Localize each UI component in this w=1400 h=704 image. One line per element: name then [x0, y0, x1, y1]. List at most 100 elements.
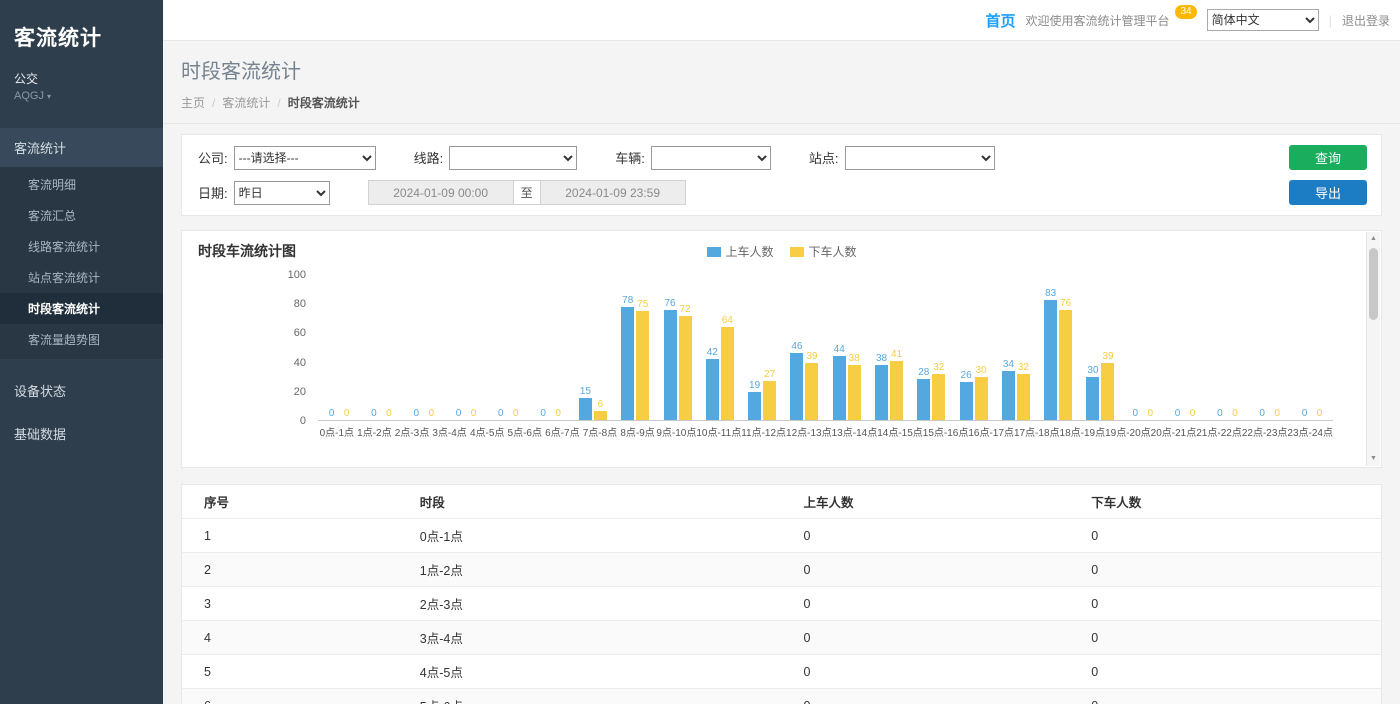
table-cell: 0: [793, 621, 1081, 655]
bar-value-label: 41: [891, 349, 902, 360]
sidebar-item-flow-detail[interactable]: 客流明细: [0, 169, 163, 200]
x-axis-label: 22点-23点: [1242, 424, 1288, 439]
bar-value-label: 78: [622, 295, 633, 306]
bar-value-label: 39: [806, 351, 817, 362]
bar-上车人数: [960, 382, 973, 420]
bar-value-label: 0: [513, 408, 519, 419]
table-body: 10点-1点0021点-2点0032点-3点0043点-4点0054点-5点00…: [182, 519, 1381, 704]
bar-wrap: 0: [1271, 275, 1284, 420]
bar-value-label: 34: [1003, 359, 1014, 370]
bar-value-label: 44: [834, 344, 845, 355]
bar-group: 00: [445, 275, 487, 420]
x-axis-label: 21点-22点: [1196, 424, 1242, 439]
bar-下车人数: [805, 363, 818, 420]
bar-下车人数: [1101, 363, 1114, 420]
table-row: 65点-6点00: [182, 689, 1381, 704]
bar-value-label: 46: [791, 341, 802, 352]
bar-wrap: 78: [621, 275, 634, 420]
bar-下车人数: [890, 361, 903, 420]
bar-value-label: 75: [637, 299, 648, 310]
chart-scrollbar[interactable]: ▲ ▼: [1366, 232, 1380, 466]
bar-wrap: 27: [763, 275, 776, 420]
bar-上车人数: [748, 392, 761, 420]
y-tick-label: 20: [294, 386, 306, 398]
bar-wrap: 26: [960, 275, 973, 420]
bar-group: 7672: [656, 275, 698, 420]
home-link[interactable]: 首页: [985, 10, 1015, 31]
company-select[interactable]: ---请选择---: [234, 146, 376, 170]
legend-label: 上车人数: [725, 243, 773, 260]
sidebar-item-period-flow-stats[interactable]: 时段客流统计: [0, 293, 163, 324]
bar-group: 26 30: [952, 275, 994, 420]
bar-value-label: 0: [1175, 408, 1181, 419]
bar-value-label: 30: [976, 365, 987, 376]
table-cell: 4: [182, 621, 410, 655]
date-end-input[interactable]: [540, 180, 686, 205]
logout-link[interactable]: 退出登录: [1342, 12, 1390, 29]
bar-wrap: 46: [790, 275, 803, 420]
bar-下车人数: [721, 327, 734, 420]
sidebar-item-flow-summary[interactable]: 客流汇总: [0, 200, 163, 231]
scrollbar-thumb[interactable]: [1369, 248, 1378, 320]
bar-wrap: 0: [1228, 275, 1241, 420]
bar-wrap: 0: [1144, 275, 1157, 420]
bar-value-label: 76: [664, 298, 675, 309]
bar-group: 8376: [1037, 275, 1079, 420]
language-select[interactable]: 简体中文: [1207, 9, 1319, 31]
breadcrumb-item[interactable]: 主页: [181, 96, 205, 110]
scroll-down-icon[interactable]: ▼: [1370, 452, 1377, 466]
bar-value-label: 0: [1259, 408, 1265, 419]
query-button[interactable]: 查询: [1289, 145, 1367, 170]
app-logo: 客流统计: [0, 0, 163, 64]
scrollbar-track[interactable]: [1367, 246, 1380, 452]
bar-下车人数: [679, 316, 692, 420]
station-select[interactable]: [845, 146, 995, 170]
export-button[interactable]: 导出: [1289, 180, 1367, 205]
company-label: 公司:: [198, 148, 228, 167]
bar-value-label: 26: [961, 370, 972, 381]
bar-wrap: 0: [467, 275, 480, 420]
vehicle-select[interactable]: [651, 146, 771, 170]
main-column: 首页 欢迎使用客流统计管理平台 34 简体中文 | 退出登录 时段客流统计 主页…: [163, 0, 1400, 704]
x-axis-label: 20点-21点: [1151, 424, 1197, 439]
breadcrumb-item[interactable]: 客流统计: [222, 96, 270, 110]
bar-group: 78 75: [614, 275, 656, 420]
org-code-dropdown[interactable]: AQGJ ▾: [0, 89, 163, 102]
bar-wrap: 39: [805, 275, 818, 420]
x-axis-label: 5点-6点: [506, 424, 544, 439]
date-preset-select[interactable]: 昨日: [234, 181, 330, 205]
bar-上车人数: [1086, 377, 1099, 421]
bar-wrap: 0: [1213, 275, 1226, 420]
breadcrumb-separator: /: [212, 96, 215, 110]
bar-wrap: 0: [1186, 275, 1199, 420]
sidebar-item-station-flow-stats[interactable]: 站点客流统计: [0, 262, 163, 293]
legend-item-上车人数[interactable]: 上车人数: [706, 243, 773, 260]
line-select[interactable]: [449, 146, 577, 170]
notification-badge[interactable]: 34: [1175, 5, 1196, 19]
bar-wrap: 0: [552, 275, 565, 420]
bar-wrap: 30: [1086, 275, 1099, 420]
bar-下车人数: [1059, 310, 1072, 420]
sidebar-item-flow-trend-chart[interactable]: 客流量趋势图: [0, 324, 163, 355]
bar-value-label: 0: [371, 408, 377, 419]
x-axis-label: 14点-15点: [877, 424, 923, 439]
sidebar-group-base-data[interactable]: 基础数据: [0, 414, 163, 453]
bar-wrap: 83: [1044, 275, 1057, 420]
table-row: 10点-1点00: [182, 519, 1381, 553]
bar-value-label: 15: [580, 386, 591, 397]
sidebar-group-device-status[interactable]: 设备状态: [0, 371, 163, 410]
scroll-up-icon[interactable]: ▲: [1370, 232, 1377, 246]
bar-wrap: 64: [721, 275, 734, 420]
bar-group: 1927: [741, 275, 783, 420]
bar-wrap: 42: [706, 275, 719, 420]
bar-value-label: 0: [413, 408, 419, 419]
legend-item-下车人数[interactable]: 下车人数: [790, 243, 857, 260]
legend-swatch-icon: [790, 247, 804, 257]
x-axis-label: 16点-17点: [968, 424, 1014, 439]
sidebar-group-passenger-flow-stats[interactable]: 客流统计: [0, 128, 163, 167]
sidebar-item-line-flow-stats[interactable]: 线路客流统计: [0, 231, 163, 262]
date-start-input[interactable]: [368, 180, 514, 205]
table-cell: 2: [182, 553, 410, 587]
y-tick-label: 100: [288, 269, 306, 281]
bar-value-label: 30: [1087, 365, 1098, 376]
